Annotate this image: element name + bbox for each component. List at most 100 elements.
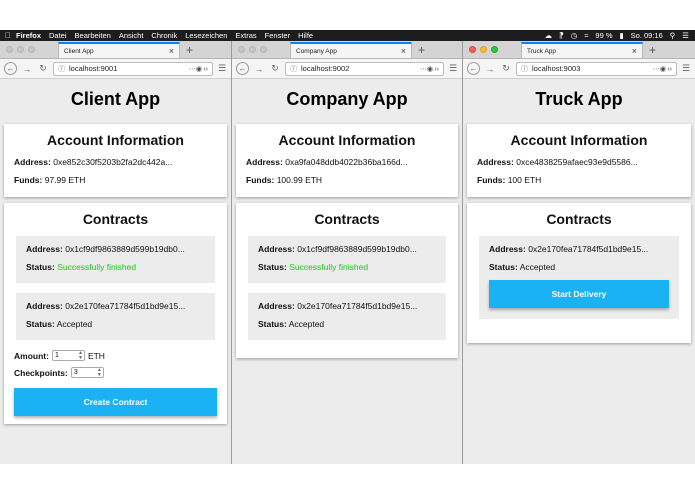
url-text[interactable]: localhost:9002: [301, 64, 416, 73]
tab-title: Company App: [296, 47, 337, 55]
battery-icon[interactable]: ▮: [620, 31, 624, 40]
new-tab-button[interactable]: +: [649, 43, 656, 57]
account-heading: Account Information: [47, 132, 184, 148]
tab-title: Client App: [64, 47, 94, 55]
battery-percent[interactable]: 99 %: [595, 31, 612, 40]
contract-status: Successfully finished: [289, 262, 369, 272]
account-address: Address: 0xa9fa048ddb4022b36ba166d...: [246, 157, 408, 167]
tab-company-app[interactable]: Company App ×: [290, 42, 412, 58]
page-title: Company App: [286, 89, 408, 109]
close-tab-icon[interactable]: ×: [401, 46, 406, 56]
browser-window-client: Client App × + ← → ↻ ⓘ localhost:9001 ⋯◉…: [0, 41, 232, 464]
bluetooth-icon[interactable]: ⁋: [559, 31, 564, 40]
tab-bar: Client App × +: [0, 41, 231, 59]
forward-button[interactable]: →: [21, 64, 33, 74]
clock-icon[interactable]: ◷: [571, 31, 578, 40]
site-info-icon[interactable]: ⓘ: [58, 64, 65, 74]
close-window-button[interactable]: [6, 45, 13, 53]
contract-address: 0x2e170fea71784f5d1bd9e15...: [297, 301, 418, 311]
window-controls: [0, 41, 58, 58]
nav-bar: ← → ↻ ⓘ localhost:9002 ⋯◉ ›› ☰: [232, 59, 462, 79]
menu-hilfe[interactable]: Hilfe: [298, 31, 313, 40]
checkpoints-row: Checkpoints: 3 ▲ ▼: [14, 367, 217, 378]
menubar-clock[interactable]: So. 09:16: [631, 31, 663, 40]
menubar:  Firefox Datei Bearbeiten Ansicht Chron…: [0, 30, 695, 41]
close-tab-icon[interactable]: ×: [632, 46, 637, 56]
stepper-arrows-icon[interactable]: ▲ ▼: [78, 351, 83, 361]
spotlight-icon[interactable]: ⚲: [670, 31, 676, 40]
url-text[interactable]: localhost:9003: [532, 64, 649, 73]
contract-item: Address: 0x1cf9df9863889d599b19db0... St…: [16, 236, 215, 283]
close-window-button[interactable]: [238, 45, 245, 53]
account-address: Address: 0xe852c30f5203b2fa2dc442a...: [14, 157, 173, 167]
page-actions-icon[interactable]: ⋯◉ ››: [420, 65, 439, 73]
forward-button[interactable]: →: [253, 64, 265, 74]
minimize-window-button[interactable]: [17, 45, 24, 53]
nav-bar: ← → ↻ ⓘ localhost:9003 ⋯◉ ›› ☰: [463, 59, 695, 79]
url-bar[interactable]: ⓘ localhost:9001 ⋯◉ ››: [53, 61, 213, 76]
cloud-icon[interactable]: ☁: [544, 31, 552, 40]
zoom-window-button[interactable]: [28, 45, 35, 53]
reload-button[interactable]: ↻: [269, 63, 281, 74]
create-contract-button[interactable]: Create Contract: [14, 388, 217, 416]
apple-icon[interactable]: : [0, 31, 16, 40]
new-tab-button[interactable]: +: [418, 43, 425, 57]
url-bar[interactable]: ⓘ localhost:9002 ⋯◉ ››: [285, 61, 444, 76]
forward-button[interactable]: →: [484, 64, 496, 74]
contract-item: Address: 0x2e170fea71784f5d1bd9e15... St…: [479, 236, 679, 319]
menu-extras[interactable]: Extras: [235, 31, 256, 40]
site-info-icon[interactable]: ⓘ: [290, 64, 297, 74]
contract-status: Successfully finished: [57, 262, 137, 272]
site-info-icon[interactable]: ⓘ: [521, 64, 528, 74]
new-tab-button[interactable]: +: [186, 43, 193, 57]
tab-client-app[interactable]: Client App ×: [58, 42, 180, 58]
url-bar[interactable]: ⓘ localhost:9003 ⋯◉ ››: [516, 61, 677, 76]
close-tab-icon[interactable]: ×: [169, 46, 174, 56]
url-text[interactable]: localhost:9001: [69, 64, 185, 73]
notification-center-icon[interactable]: ☰: [682, 31, 689, 40]
contracts-heading: Contracts: [314, 211, 380, 227]
contracts-card: Contracts Address: 0x1cf9df9863889d599b1…: [236, 203, 458, 358]
hamburger-menu-icon[interactable]: ☰: [448, 63, 458, 74]
close-window-button[interactable]: [469, 45, 476, 53]
contract-address: 0x1cf9df9863889d599b19db0...: [65, 244, 185, 254]
minimize-window-button[interactable]: [480, 45, 487, 53]
stepper-arrows-icon[interactable]: ▲ ▼: [97, 368, 102, 378]
zoom-window-button[interactable]: [491, 45, 498, 53]
menu-ansicht[interactable]: Ansicht: [119, 31, 144, 40]
page-content: Company App Account Information Address:…: [232, 79, 462, 463]
amount-label: Amount:: [14, 350, 49, 361]
tab-truck-app[interactable]: Truck App ×: [521, 42, 643, 58]
window-controls: [463, 41, 521, 58]
nav-bar: ← → ↻ ⓘ localhost:9001 ⋯◉ ›› ☰: [0, 59, 231, 79]
menu-bearbeiten[interactable]: Bearbeiten: [75, 31, 111, 40]
reload-button[interactable]: ↻: [500, 63, 512, 74]
menu-app-name[interactable]: Firefox: [16, 31, 41, 40]
account-heading: Account Information: [510, 132, 648, 148]
browser-window-truck: Truck App × + ← → ↻ ⓘ localhost:9003 ⋯◉ …: [463, 41, 695, 464]
menu-lesezeichen[interactable]: Lesezeichen: [185, 31, 227, 40]
minimize-window-button[interactable]: [249, 45, 256, 53]
page-actions-icon[interactable]: ⋯◉ ››: [653, 65, 672, 73]
contract-status: Accepted: [56, 319, 93, 329]
hamburger-menu-icon[interactable]: ☰: [217, 63, 227, 74]
back-button[interactable]: ←: [4, 62, 17, 75]
menu-datei[interactable]: Datei: [49, 31, 67, 40]
contract-item: Address: 0x1cf9df9863889d599b19db0... St…: [248, 236, 446, 283]
reload-button[interactable]: ↻: [37, 63, 49, 74]
back-button[interactable]: ←: [467, 62, 480, 75]
tab-title: Truck App: [527, 47, 557, 55]
amount-stepper[interactable]: 1 ▲ ▼: [51, 350, 85, 361]
account-funds-value: 100.99 ETH: [276, 175, 323, 185]
start-delivery-button[interactable]: Start Delivery: [489, 280, 669, 308]
checkpoints-stepper[interactable]: 3 ▲ ▼: [70, 367, 104, 378]
menu-fenster[interactable]: Fenster: [265, 31, 290, 40]
menu-chronik[interactable]: Chronik: [151, 31, 177, 40]
contract-status: Accepted: [288, 319, 325, 329]
hamburger-menu-icon[interactable]: ☰: [681, 63, 691, 74]
page-actions-icon[interactable]: ⋯◉ ››: [189, 65, 208, 73]
zoom-window-button[interactable]: [260, 45, 267, 53]
back-button[interactable]: ←: [236, 62, 249, 75]
desktop-background: [0, 464, 695, 494]
wifi-icon[interactable]: ≈: [584, 31, 588, 40]
